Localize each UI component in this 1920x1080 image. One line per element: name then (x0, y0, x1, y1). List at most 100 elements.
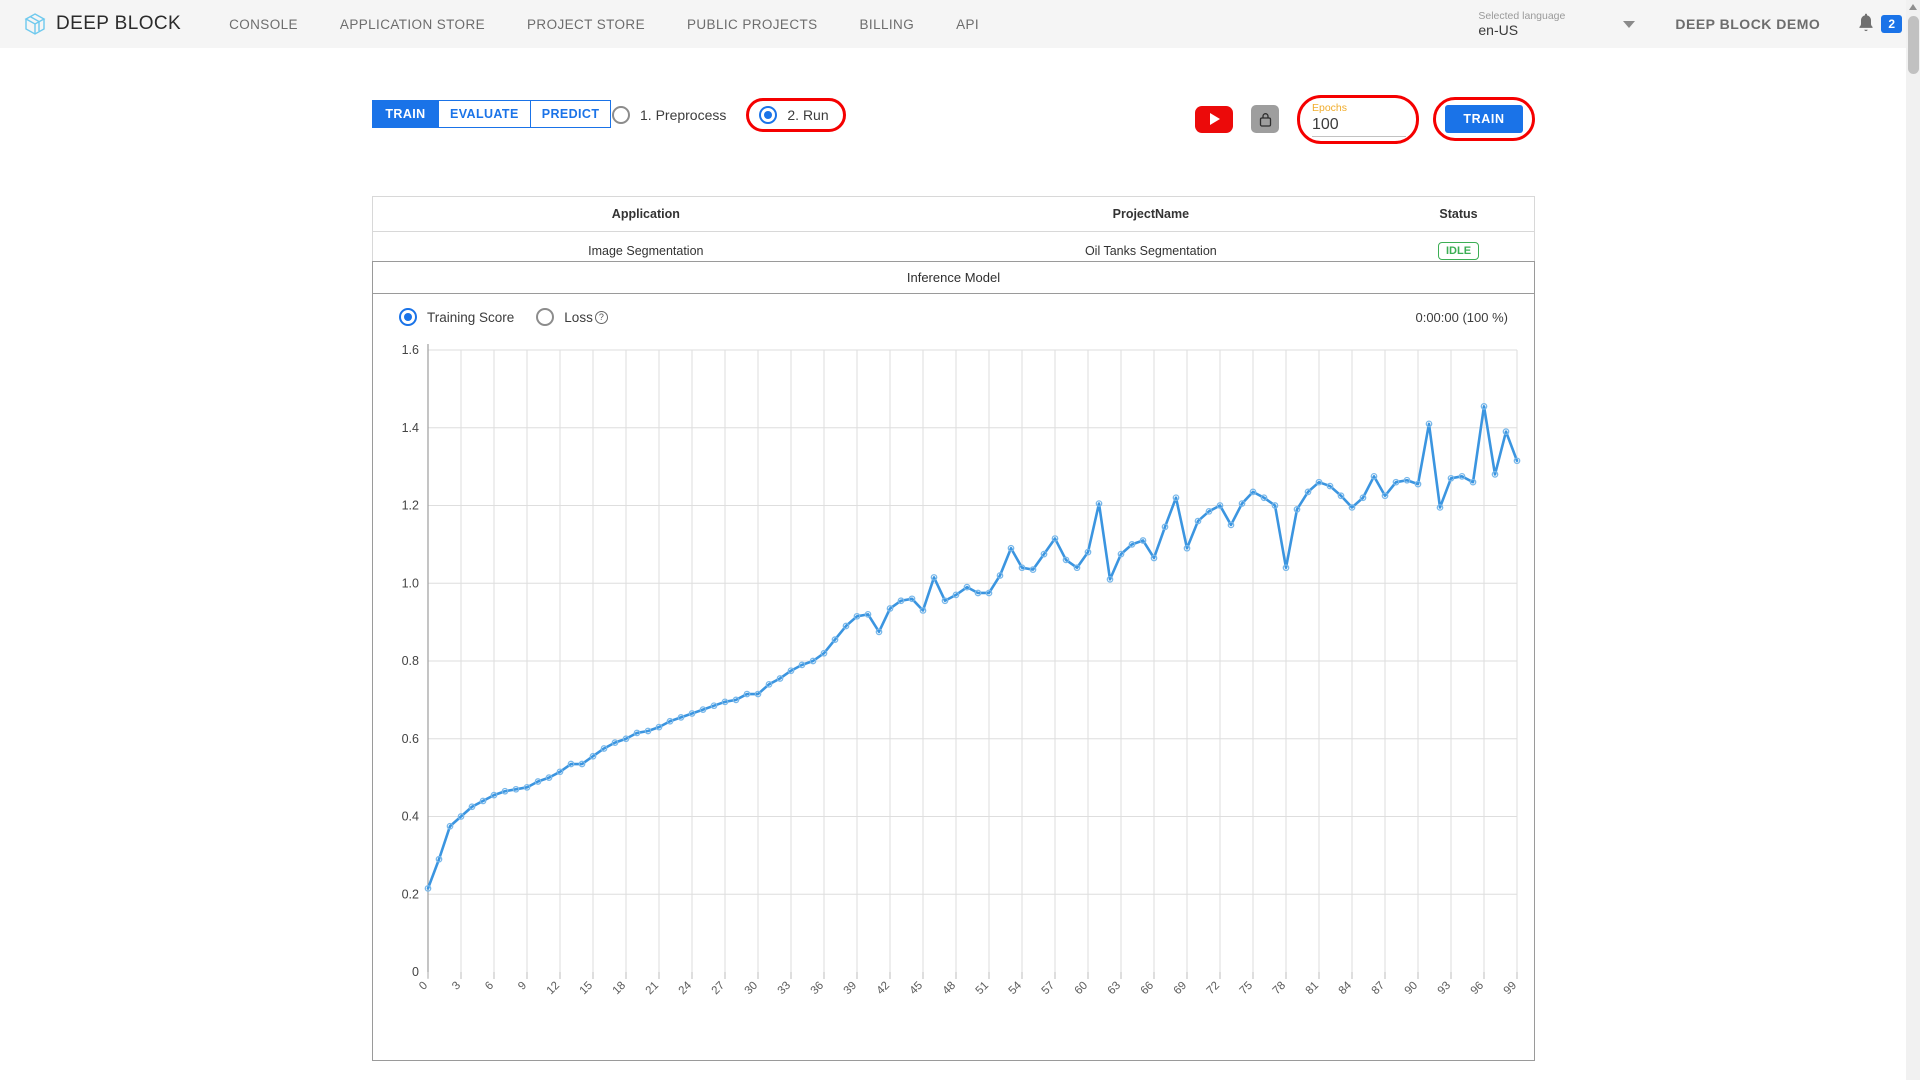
run-step-highlight: 2. Run (746, 98, 846, 132)
scroll-up-arrow-icon[interactable] (1909, 4, 1917, 10)
svg-text:0.2: 0.2 (402, 887, 419, 901)
radio-training-score-label[interactable]: Training Score (427, 310, 514, 325)
top-navigation-bar: DEEP BLOCK CONSOLE APPLICATION STORE PRO… (0, 0, 1920, 48)
header-right-cluster: Selected language en-US DEEP BLOCK DEMO … (1478, 0, 1902, 48)
step-radio-group: 1. Preprocess 2. Run (612, 98, 846, 132)
training-score-chart: 0 0.2 0.4 0.6 0.8 1.0 1.2 1.4 1.6 0 3 6 9 12 15 18 21 24 2… (373, 336, 1534, 1060)
youtube-play-icon[interactable] (1195, 105, 1233, 133)
epochs-highlight: Epochs (1297, 95, 1419, 144)
svg-text:24: 24 (677, 979, 695, 997)
train-button[interactable]: TRAIN (1445, 105, 1523, 134)
panel-body: Training Score Loss ? 0:00:00 (100 %) 0 0… (373, 294, 1534, 1060)
toolbar-row: TRAIN EVALUATE PREDICT 1. Preprocess 2. … (372, 95, 1535, 144)
metric-radio-group: Training Score Loss ? (399, 308, 608, 326)
epochs-input[interactable] (1312, 114, 1406, 137)
svg-text:96: 96 (1469, 980, 1487, 998)
deep-block-cube-icon (24, 13, 46, 35)
nav-item-public-projects[interactable]: PUBLIC PROJECTS (687, 17, 818, 32)
logo-text: DEEP BLOCK (56, 13, 182, 34)
svg-text:30: 30 (743, 980, 761, 998)
panel-title: Inference Model (373, 262, 1534, 294)
svg-text:9: 9 (516, 980, 529, 993)
header-application: Application (611, 207, 680, 221)
svg-text:0.6: 0.6 (402, 732, 419, 746)
project-table: Application ProjectName Status Image Seg… (372, 196, 1535, 271)
svg-text:42: 42 (875, 980, 893, 998)
svg-text:39: 39 (842, 980, 860, 998)
play-triangle-icon (1210, 113, 1220, 126)
svg-text:12: 12 (545, 980, 563, 998)
epochs-field[interactable]: Epochs (1312, 102, 1406, 137)
svg-text:54: 54 (1007, 979, 1025, 997)
main-nav: CONSOLE APPLICATION STORE PROJECT STORE … (229, 17, 1021, 32)
svg-text:78: 78 (1271, 980, 1289, 998)
radio-loss[interactable] (536, 308, 555, 326)
language-selector[interactable]: Selected language en-US (1478, 10, 1565, 38)
svg-text:81: 81 (1304, 980, 1322, 998)
radio-run-label[interactable]: 2. Run (787, 107, 828, 123)
svg-text:18: 18 (611, 980, 629, 998)
svg-text:36: 36 (809, 980, 827, 998)
svg-text:0.8: 0.8 (402, 654, 419, 668)
notification-bell-icon[interactable] (1856, 13, 1876, 35)
svg-text:0: 0 (412, 965, 419, 979)
account-name[interactable]: DEEP BLOCK DEMO (1675, 16, 1820, 32)
radio-loss-label[interactable]: Loss (564, 310, 593, 325)
svg-text:1.0: 1.0 (402, 576, 419, 590)
tab-predict[interactable]: PREDICT (529, 100, 612, 128)
tab-train[interactable]: TRAIN (372, 100, 438, 128)
radio-preprocess-label[interactable]: 1. Preprocess (640, 107, 726, 123)
svg-text:63: 63 (1106, 980, 1124, 998)
svg-text:1.6: 1.6 (402, 343, 419, 357)
nav-item-console[interactable]: CONSOLE (229, 17, 298, 32)
toolbar-right-cluster: Epochs TRAIN (1195, 95, 1535, 144)
help-question-icon[interactable]: ? (594, 310, 608, 324)
language-value: en-US (1478, 21, 1519, 38)
radio-preprocess[interactable] (612, 106, 630, 124)
svg-text:90: 90 (1403, 980, 1421, 998)
chevron-down-icon[interactable] (1623, 20, 1636, 28)
app-logo[interactable]: DEEP BLOCK (22, 11, 181, 37)
svg-text:60: 60 (1073, 980, 1091, 998)
svg-text:69: 69 (1172, 980, 1190, 998)
svg-text:72: 72 (1205, 980, 1223, 998)
svg-text:75: 75 (1238, 980, 1256, 998)
nav-item-project-store[interactable]: PROJECT STORE (527, 17, 645, 32)
svg-text:99: 99 (1502, 980, 1520, 998)
epochs-label: Epochs (1312, 102, 1348, 114)
radio-run[interactable] (759, 106, 778, 124)
svg-text:33: 33 (776, 980, 794, 998)
page-scrollbar[interactable] (1906, 0, 1920, 1080)
header-project-name: ProjectName (1112, 207, 1190, 221)
svg-text:27: 27 (710, 980, 728, 998)
nav-item-billing[interactable]: BILLING (860, 17, 915, 32)
radio-training-score[interactable] (399, 308, 417, 326)
svg-text:1.2: 1.2 (402, 499, 419, 513)
status-badge: IDLE (1437, 242, 1480, 260)
inference-model-panel: Inference Model Training Score Loss ? 0:… (372, 261, 1535, 1061)
svg-text:48: 48 (941, 980, 959, 998)
svg-text:84: 84 (1337, 979, 1355, 997)
lock-icon (1259, 112, 1271, 127)
svg-text:51: 51 (974, 980, 992, 998)
nav-item-api[interactable]: API (956, 17, 979, 32)
table-header-row: Application ProjectName Status (373, 197, 1534, 232)
elapsed-time-label: 0:00:00 (100 %) (1415, 310, 1508, 325)
nav-item-application-store[interactable]: APPLICATION STORE (340, 17, 485, 32)
svg-text:87: 87 (1370, 980, 1388, 998)
lock-button[interactable] (1251, 105, 1279, 134)
svg-text:93: 93 (1436, 980, 1454, 998)
tab-evaluate[interactable]: EVALUATE (438, 100, 530, 128)
svg-text:3: 3 (450, 980, 463, 993)
header-status: Status (1439, 207, 1478, 221)
svg-text:15: 15 (578, 980, 596, 998)
svg-text:45: 45 (908, 980, 926, 998)
train-button-highlight: TRAIN (1433, 97, 1535, 142)
scrollbar-thumb[interactable] (1908, 16, 1919, 74)
svg-text:21: 21 (644, 980, 662, 998)
svg-text:57: 57 (1040, 980, 1058, 998)
notification-count-badge[interactable]: 2 (1881, 15, 1902, 33)
svg-text:1.4: 1.4 (402, 421, 419, 435)
svg-text:0.4: 0.4 (402, 810, 419, 824)
mode-button-group: TRAIN EVALUATE PREDICT (372, 100, 612, 128)
